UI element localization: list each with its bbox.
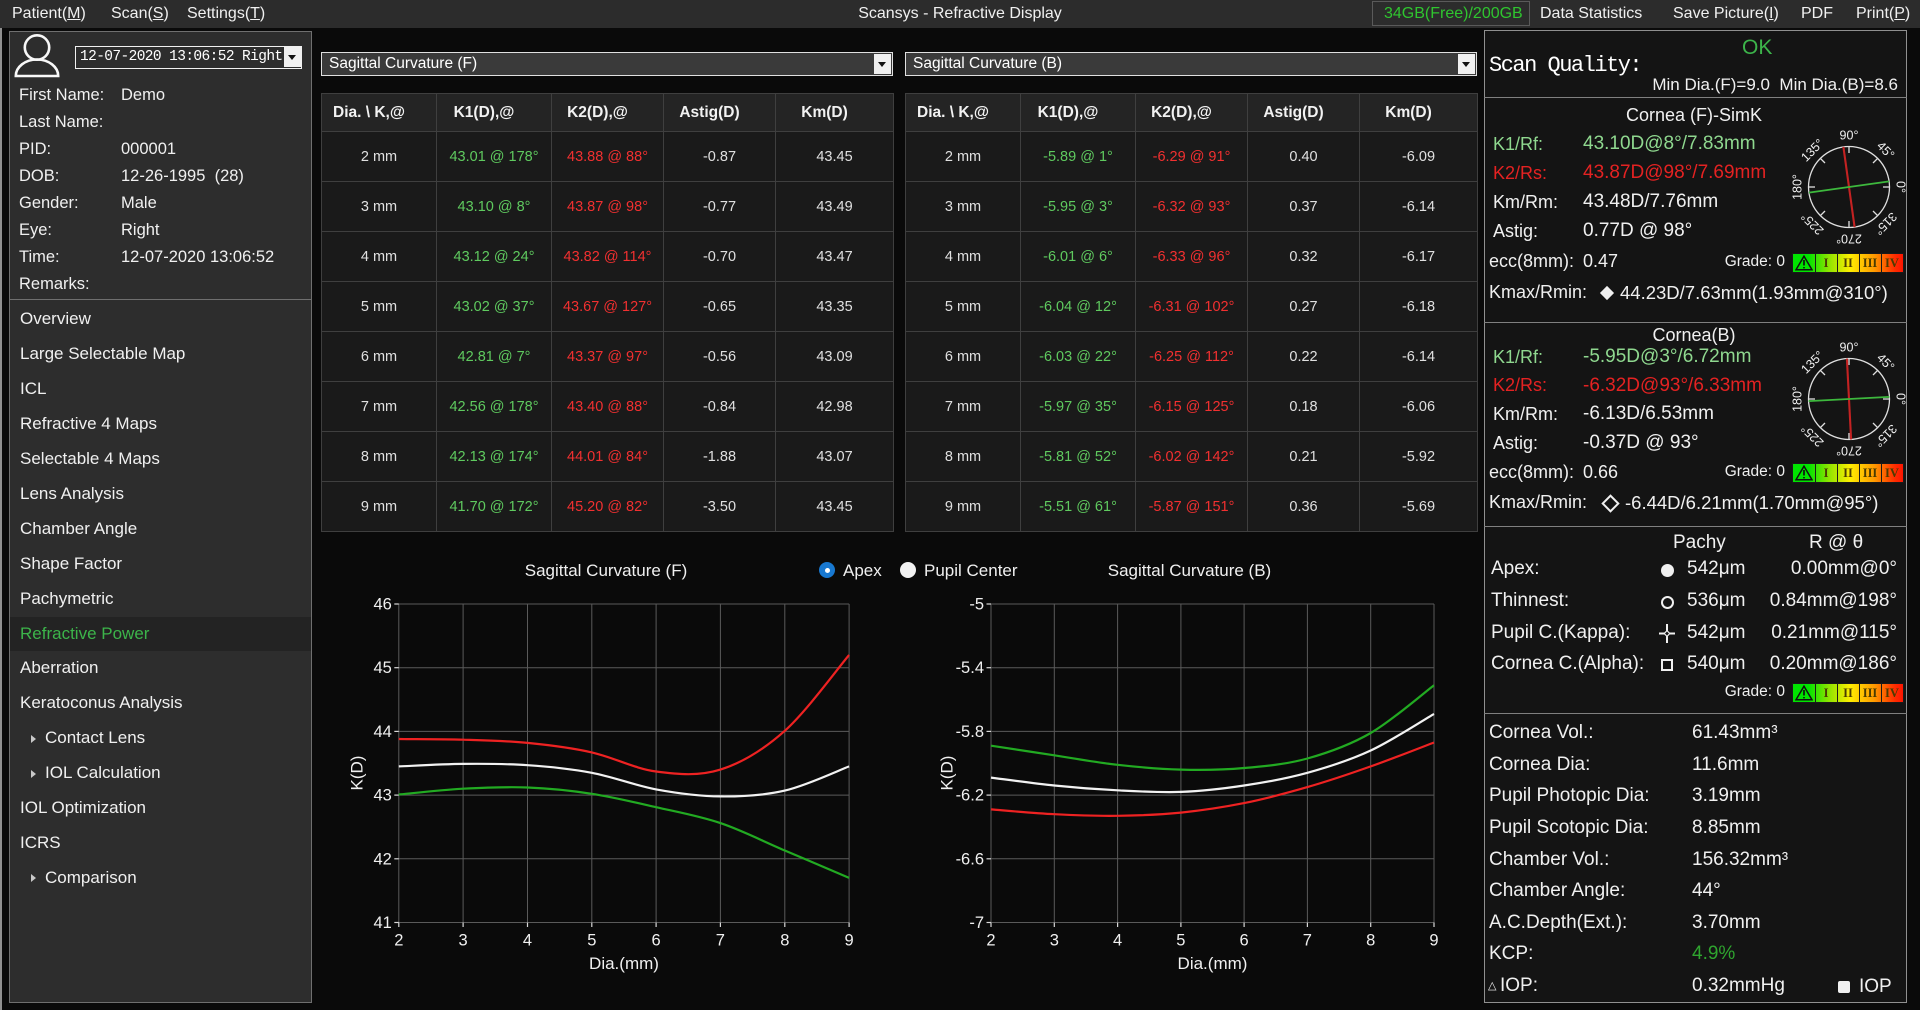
svg-text:8: 8 xyxy=(780,932,789,950)
svg-text:0°: 0° xyxy=(1894,181,1908,193)
svg-text:6: 6 xyxy=(1240,932,1249,950)
svg-text:43: 43 xyxy=(373,787,391,805)
svg-text:-7: -7 xyxy=(969,914,984,932)
svg-text:5: 5 xyxy=(587,932,596,950)
svg-text:7: 7 xyxy=(1303,932,1312,950)
svg-text:-5.8: -5.8 xyxy=(956,723,984,741)
svg-text:3: 3 xyxy=(1050,932,1059,950)
svg-text:2: 2 xyxy=(986,932,995,950)
svg-text:9: 9 xyxy=(845,932,854,950)
svg-text:45: 45 xyxy=(373,659,391,677)
svg-text:7: 7 xyxy=(716,932,725,950)
svg-text:-6.6: -6.6 xyxy=(956,850,984,868)
svg-text:42: 42 xyxy=(373,850,391,868)
svg-text:180°: 180° xyxy=(1790,174,1804,200)
svg-text:0°: 0° xyxy=(1894,393,1908,405)
svg-text:6: 6 xyxy=(652,932,661,950)
svg-text:-5: -5 xyxy=(969,596,984,614)
svg-text:5: 5 xyxy=(1176,932,1185,950)
svg-text:2: 2 xyxy=(394,932,403,950)
svg-text:46: 46 xyxy=(373,596,391,614)
svg-text:9: 9 xyxy=(1429,932,1438,950)
svg-text:-6.2: -6.2 xyxy=(956,787,984,805)
svg-text:180°: 180° xyxy=(1790,386,1804,412)
svg-text:-5.4: -5.4 xyxy=(956,659,984,677)
svg-text:41: 41 xyxy=(373,914,391,932)
svg-text:44: 44 xyxy=(373,723,391,741)
svg-text:3: 3 xyxy=(459,932,468,950)
svg-text:90°: 90° xyxy=(1840,128,1859,142)
svg-text:8: 8 xyxy=(1366,932,1375,950)
svg-text:270°: 270° xyxy=(1836,232,1862,246)
svg-text:4: 4 xyxy=(1113,932,1122,950)
svg-text:4: 4 xyxy=(523,932,532,950)
svg-text:270°: 270° xyxy=(1836,444,1862,458)
